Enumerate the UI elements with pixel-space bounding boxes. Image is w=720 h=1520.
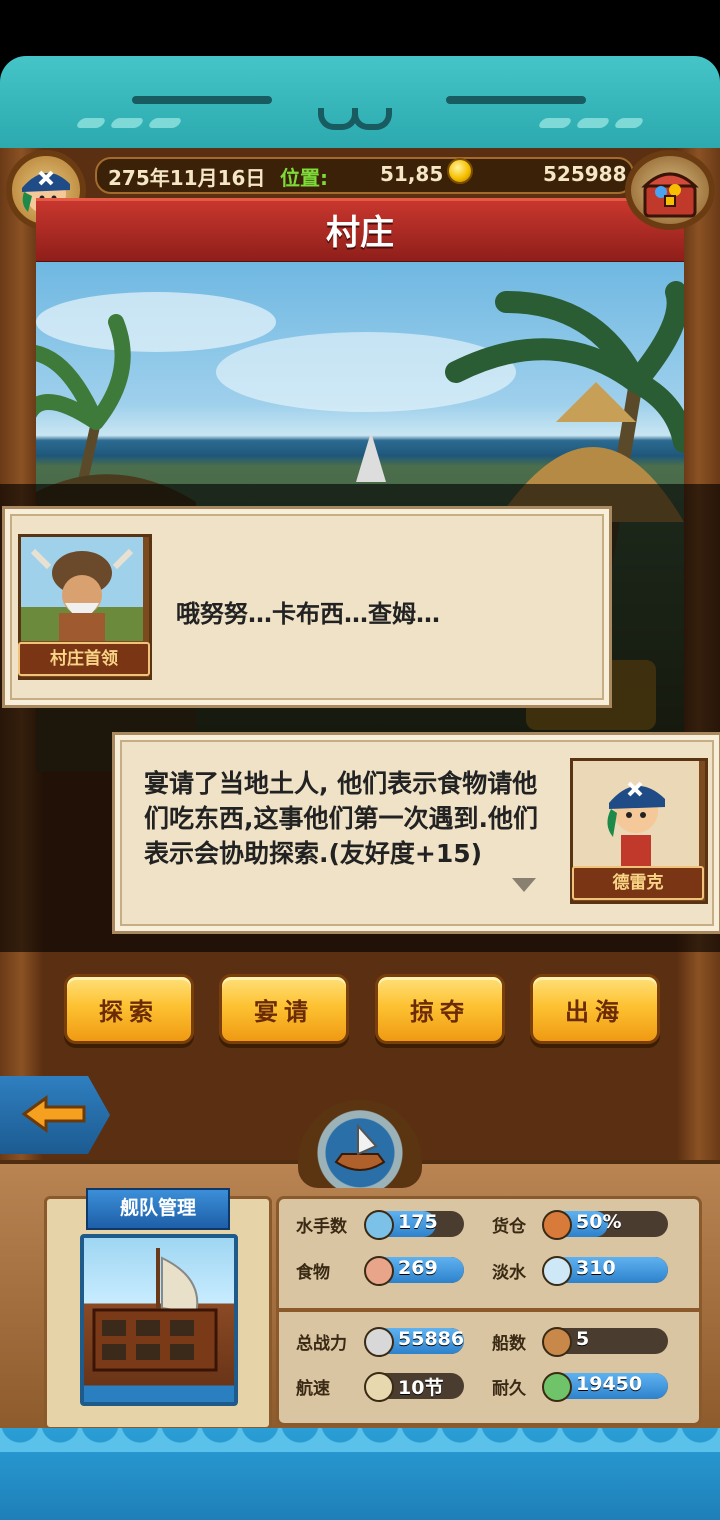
boat-icon — [542, 1327, 572, 1357]
decor-mouth — [352, 108, 392, 130]
set-sail-button[interactable]: 出海 — [530, 974, 660, 1044]
player-dialog-text: 宴请了当地土人, 他们表示食物请他们吃东西,这事他们第一次遇到.他们表示会协助探… — [144, 769, 538, 868]
decor-brow — [132, 96, 272, 104]
durability-icon — [542, 1372, 572, 1402]
stat-label: 耐久 — [492, 1379, 526, 1399]
npc-nameplate: 村庄首领 — [18, 642, 150, 676]
location-title: 村庄 — [326, 213, 394, 253]
date-text: 275年11月16日 — [108, 166, 266, 190]
stat-value: 19450 — [576, 1373, 643, 1395]
stat-label: 货仓 — [492, 1217, 526, 1237]
ship-preview[interactable] — [80, 1234, 238, 1406]
village-chief-portrait-icon — [21, 537, 143, 641]
wave-decor — [0, 1428, 720, 1452]
sail-ship-icon — [364, 1372, 394, 1402]
plunder-button[interactable]: 掠夺 — [375, 974, 505, 1044]
stat-value: 50% — [576, 1211, 622, 1233]
sailor-icon — [364, 1210, 394, 1240]
gold-amount: 525988 — [543, 162, 627, 186]
back-arrow-icon — [21, 1094, 86, 1133]
stat-value: 10节 — [398, 1377, 444, 1399]
stats-divider — [276, 1308, 702, 1312]
stat-value: 269 — [398, 1257, 438, 1279]
decor-dash — [575, 118, 611, 128]
position-label: 位置: — [280, 166, 328, 190]
ship-helm-icon — [334, 1123, 386, 1171]
cargo-icon — [542, 1210, 572, 1240]
position-value: 51,85 — [380, 162, 444, 186]
top-decor-band — [0, 56, 720, 152]
ship-helm-emblem[interactable] — [298, 1100, 422, 1188]
stat-label: 淡水 — [492, 1263, 526, 1283]
continue-arrow-icon[interactable] — [512, 878, 536, 892]
stat-label: 总战力 — [296, 1334, 347, 1354]
feast-button[interactable]: 宴请 — [219, 974, 349, 1044]
stat-value: 5 — [576, 1328, 590, 1350]
decor-dash — [109, 118, 145, 128]
ship-cutaway-icon — [92, 1248, 218, 1372]
stat-value: 55886 — [398, 1328, 465, 1350]
explore-button[interactable]: 探索 — [64, 974, 194, 1044]
stat-label: 水手数 — [296, 1217, 347, 1237]
stat-value: 310 — [576, 1257, 616, 1279]
decor-dash — [537, 118, 573, 128]
back-button[interactable] — [0, 1076, 110, 1154]
npc-dialog-text: 哦努努…卡布西…查姆… — [176, 600, 440, 628]
decor-dash — [75, 118, 107, 128]
gold-coin-icon — [447, 158, 473, 184]
treasure-chest-icon — [641, 172, 699, 218]
fleet-management-title[interactable]: 舰队管理 — [86, 1188, 230, 1230]
player-nameplate: 德雷克 — [572, 866, 704, 900]
decor-dash — [147, 118, 183, 128]
sea-footer — [0, 1428, 720, 1520]
stat-value: 175 — [398, 1211, 438, 1233]
water-jug-icon — [542, 1256, 572, 1286]
treasure-button[interactable] — [625, 150, 715, 230]
stat-label: 航速 — [296, 1379, 330, 1399]
crossed-swords-icon — [364, 1327, 394, 1357]
meat-icon — [364, 1256, 394, 1286]
decor-brow — [446, 96, 586, 104]
stat-label: 食物 — [296, 1263, 330, 1283]
captain-portrait-icon — [573, 761, 699, 867]
decor-dash — [613, 118, 645, 128]
stat-label: 船数 — [492, 1334, 526, 1354]
